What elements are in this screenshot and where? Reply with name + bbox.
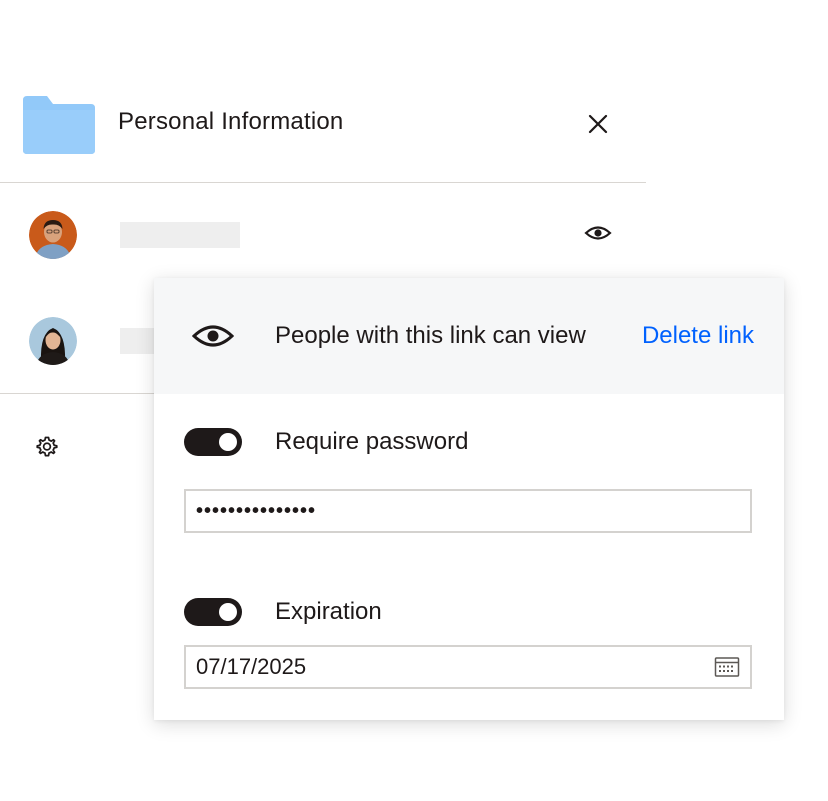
expiration-date-field[interactable] [184,645,752,689]
password-field[interactable] [184,489,752,533]
link-settings-popover: People with this link can view Delete li… [154,278,784,720]
close-icon[interactable] [584,110,612,138]
gear-icon[interactable] [34,434,60,460]
link-permission-text: People with this link can view [275,322,586,349]
delete-link-button[interactable]: Delete link [642,322,754,350]
expiration-label: Expiration [275,598,382,625]
member-row [0,186,646,286]
eye-icon [192,325,234,347]
list-divider [0,393,155,394]
expiration-toggle[interactable] [184,598,242,626]
folder-title: Personal Information [118,108,344,135]
calendar-icon[interactable] [714,656,740,678]
folder-icon [23,96,95,154]
avatar [29,211,77,259]
member-name-placeholder [120,222,240,248]
password-input[interactable] [186,491,750,531]
header-divider [0,182,646,183]
toggle-knob [219,603,237,621]
expiration-date-input[interactable] [186,647,750,687]
eye-icon[interactable] [584,222,612,244]
toggle-knob [219,433,237,451]
avatar [29,317,77,365]
link-permission-header: People with this link can view Delete li… [154,278,784,394]
require-password-toggle[interactable] [184,428,242,456]
folder-header: Personal Information [0,86,646,182]
require-password-label: Require password [275,428,469,455]
